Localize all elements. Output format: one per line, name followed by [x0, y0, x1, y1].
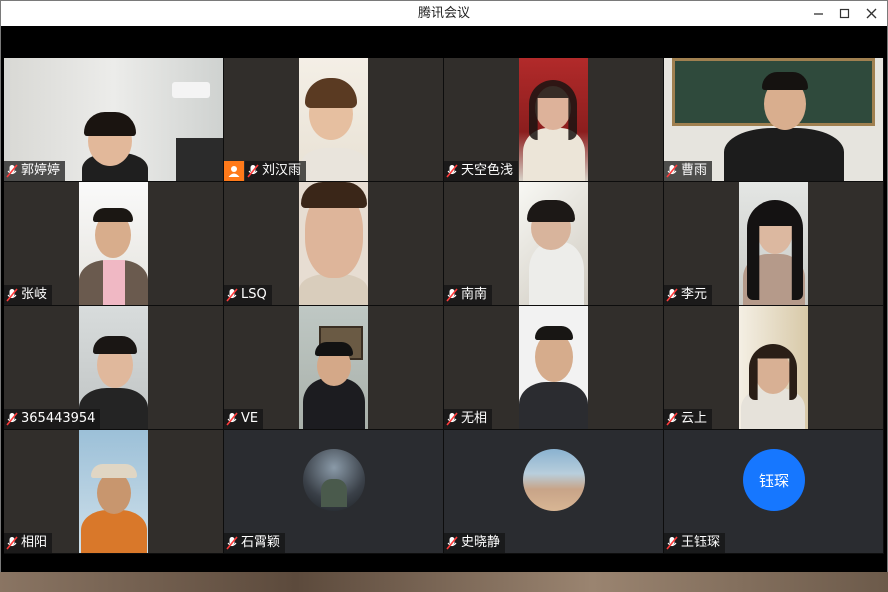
participant-name: 石霄颖 [241, 535, 281, 550]
video-tile[interactable]: 365443954 [4, 306, 223, 429]
video-tile[interactable]: 李元 [664, 182, 883, 305]
video-tile[interactable]: LSQ [224, 182, 443, 305]
video-tile[interactable]: 史晓静 [444, 430, 663, 553]
participant-name-tag: 张岐 [4, 285, 53, 305]
participant-name-tag: 郭婷婷 [4, 161, 66, 181]
mic-muted-icon [6, 536, 18, 550]
host-badge [224, 161, 244, 181]
participant-name-tag: 李元 [664, 285, 713, 305]
video-tile[interactable]: 钰琛 王钰琛 [664, 430, 883, 553]
mic-muted-icon [666, 536, 678, 550]
mic-muted-icon [226, 536, 238, 550]
participant-name: 曹雨 [681, 163, 708, 178]
participant-name-tag: 相阳 [4, 533, 53, 553]
participant-name-tag: 天空色浅 [444, 161, 519, 181]
participant-name-tag: 云上 [664, 409, 713, 429]
video-tile[interactable]: 张岐 [4, 182, 223, 305]
participant-name-tag: 无相 [444, 409, 493, 429]
video-tile[interactable]: 石霄颖 [224, 430, 443, 553]
avatar [303, 449, 365, 511]
participant-name-tag: 王钰琛 [664, 533, 726, 553]
participant-name-tag: 刘汉雨 [245, 161, 307, 181]
mic-muted-icon [6, 164, 18, 178]
participant-name: 天空色浅 [461, 163, 514, 178]
participant-name-tag: VE [224, 409, 264, 429]
close-icon [866, 8, 876, 19]
mic-muted-icon [247, 164, 259, 178]
participant-name: 刘汉雨 [262, 163, 302, 178]
mic-muted-icon [6, 412, 18, 426]
minimize-icon [813, 13, 823, 15]
mic-muted-icon [446, 412, 458, 426]
participant-name: 张岐 [21, 287, 48, 302]
participant-name: 郭婷婷 [21, 163, 61, 178]
mic-muted-icon [6, 288, 18, 302]
participant-name-tag: 史晓静 [444, 533, 506, 553]
mic-muted-icon [446, 164, 458, 178]
video-tile[interactable]: 云上 [664, 306, 883, 429]
maximize-button[interactable] [829, 1, 859, 26]
participant-name: 相阳 [21, 535, 48, 550]
maximize-icon [839, 8, 849, 19]
app-window: 腾讯会议 郭婷婷 刘汉雨 天空色浅 曹雨 张岐 LSQ 南南 李元 365443… [0, 0, 888, 588]
participant-name: 云上 [681, 411, 708, 426]
mic-muted-icon [666, 412, 678, 426]
participant-name-tag: LSQ [224, 285, 272, 305]
participant-name: 李元 [681, 287, 708, 302]
mic-muted-icon [446, 536, 458, 550]
title-bar: 腾讯会议 [1, 1, 887, 26]
participant-name-tag: 曹雨 [664, 161, 713, 181]
video-tile[interactable]: 郭婷婷 [4, 58, 223, 181]
participant-name: 史晓静 [461, 535, 501, 550]
video-tile[interactable]: 相阳 [4, 430, 223, 553]
video-tile[interactable]: 刘汉雨 [224, 58, 443, 181]
video-tile[interactable]: 无相 [444, 306, 663, 429]
avatar: 钰琛 [743, 449, 805, 511]
participant-name: 365443954 [21, 411, 96, 426]
avatar [523, 449, 585, 511]
participant-name-tag: 南南 [444, 285, 493, 305]
mic-muted-icon [226, 288, 238, 302]
participant-name: 南南 [461, 287, 488, 302]
mic-muted-icon [446, 288, 458, 302]
participant-name: LSQ [241, 287, 267, 302]
video-tile[interactable]: 南南 [444, 182, 663, 305]
participant-name: VE [241, 411, 259, 426]
host-user-icon [228, 166, 240, 177]
video-grid: 郭婷婷 刘汉雨 天空色浅 曹雨 张岐 LSQ 南南 李元 365443954 V… [4, 58, 884, 554]
desktop-background [0, 572, 888, 592]
video-tile[interactable]: 曹雨 [664, 58, 883, 181]
close-button[interactable] [856, 1, 886, 26]
video-tile[interactable]: VE [224, 306, 443, 429]
video-tile[interactable]: 天空色浅 [444, 58, 663, 181]
participant-name-tag: 石霄颖 [224, 533, 286, 553]
avatar-initials: 钰琛 [758, 471, 789, 490]
participant-name-tag: 365443954 [4, 409, 101, 429]
mic-muted-icon [666, 288, 678, 302]
window-title: 腾讯会议 [417, 6, 470, 21]
mic-muted-icon [226, 412, 238, 426]
participant-name: 无相 [461, 411, 488, 426]
participant-name: 王钰琛 [681, 535, 721, 550]
mic-muted-icon [666, 164, 678, 178]
